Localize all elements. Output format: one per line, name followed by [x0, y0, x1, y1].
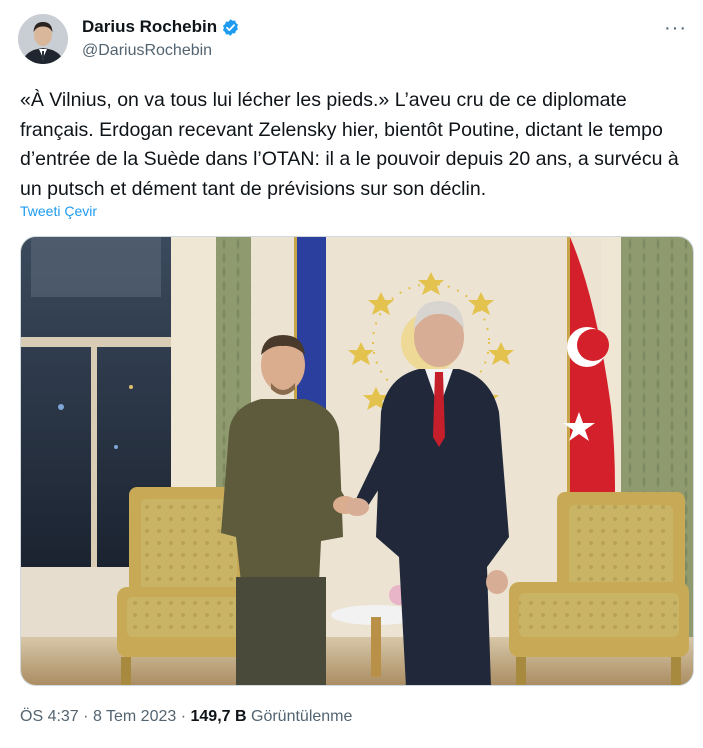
author-name[interactable]: Darius Rochebin — [82, 17, 217, 37]
author-block: Darius Rochebin @DariusRochebin — [82, 17, 240, 60]
tweet-time[interactable]: ÖS 4:37 — [20, 708, 79, 725]
more-options-icon[interactable]: ··· — [664, 18, 687, 38]
translate-link[interactable]: Tweeti Çevir — [20, 203, 97, 219]
tweet-photo[interactable] — [20, 236, 694, 686]
author-name-row: Darius Rochebin — [82, 17, 240, 37]
views-count[interactable]: 149,7 B — [191, 708, 247, 725]
tweet-date[interactable]: 8 Tem 2023 — [93, 708, 176, 725]
author-handle[interactable]: @DariusRochebin — [82, 42, 240, 60]
views-label: Görüntülenme — [251, 708, 353, 725]
verified-badge-icon — [221, 18, 240, 37]
meta-separator: · — [180, 708, 187, 725]
avatar[interactable] — [18, 14, 68, 64]
meta-separator: · — [83, 708, 89, 725]
tweet-text: «À Vilnius, on va tous lui lécher les pi… — [20, 89, 679, 200]
tweet-meta: ÖS 4:37 · 8 Tem 2023 · 149,7 B Görüntüle… — [20, 708, 352, 726]
tweet-card: Darius Rochebin @DariusRochebin ··· «À V… — [0, 0, 703, 748]
